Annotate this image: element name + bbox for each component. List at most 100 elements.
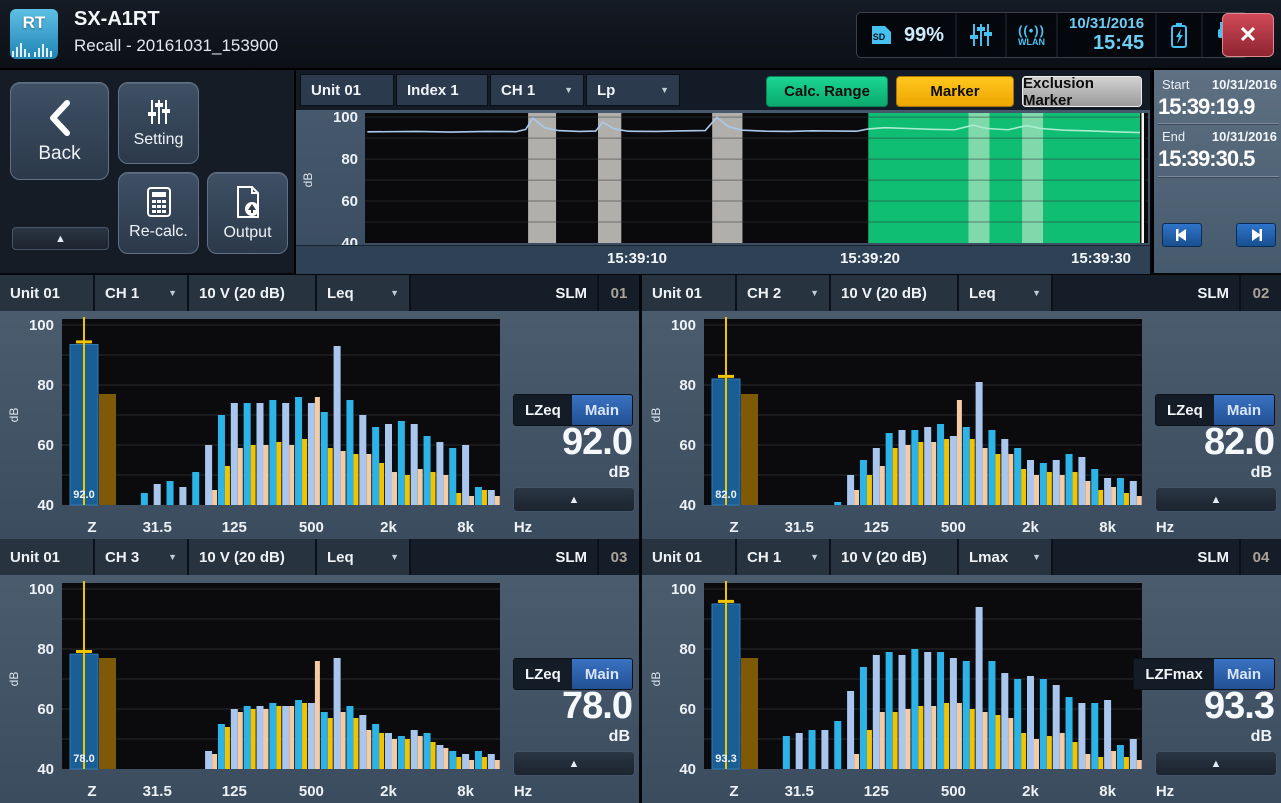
svg-text:dB: dB [7, 408, 21, 423]
svg-text:80: 80 [37, 641, 54, 658]
slm-channel-select[interactable]: CH 1▼ [95, 275, 189, 311]
function-toggle[interactable]: LZFmax [1134, 659, 1214, 689]
slm-panel-02: Unit 01 CH 2▼ 10 V (20 dB) Leq▼ SLM 02 1… [642, 275, 1281, 539]
sd-card-icon: SD [868, 23, 895, 47]
timechart-function-select[interactable]: Lp ▼ [586, 74, 680, 106]
setting-label: Setting [134, 131, 184, 149]
slm-range-cell[interactable]: 10 V (20 dB) [831, 275, 959, 311]
slm-unit-cell[interactable]: Unit 01 [642, 275, 737, 311]
setting-button[interactable]: Setting [118, 82, 199, 164]
exclusion-marker-label: Exclusion Marker [1023, 75, 1141, 109]
exclusion-marker-button[interactable]: Exclusion Marker [1022, 76, 1142, 107]
svg-text:80: 80 [679, 377, 696, 394]
slm-function-select[interactable]: Leq▼ [317, 539, 411, 575]
end-time: 15:39:30.5 [1158, 146, 1254, 172]
chevron-down-icon: ▼ [386, 288, 399, 298]
svg-text:2k: 2k [1022, 519, 1039, 536]
output-button[interactable]: Output [207, 172, 288, 254]
slm-unit-cell[interactable]: Unit 01 [0, 539, 95, 575]
back-button[interactable]: Back [10, 82, 109, 180]
svg-text:100: 100 [671, 581, 696, 598]
svg-text:40: 40 [679, 497, 696, 514]
slm-function-select[interactable]: Lmax▼ [959, 539, 1053, 575]
step-forward-button[interactable] [1236, 223, 1276, 247]
timechart-function-label: Lp [597, 82, 615, 99]
slm-tag: SLM [545, 539, 597, 575]
divider [1158, 123, 1279, 124]
panel-collapse-button[interactable]: ▲ [1155, 487, 1277, 512]
chevron-down-icon: ▼ [386, 552, 399, 562]
svg-text:SD: SD [873, 32, 886, 42]
slm-04-header: Unit 01 CH 1▼ 10 V (20 dB) Lmax▼ SLM 04 [642, 539, 1281, 575]
svg-text:100: 100 [29, 317, 54, 334]
slm-range-cell[interactable]: 10 V (20 dB) [189, 275, 317, 311]
svg-text:40: 40 [341, 235, 358, 245]
recalc-button[interactable]: Re-calc. [118, 172, 199, 254]
export-document-icon [231, 185, 265, 219]
marker-label: Marker [930, 83, 979, 100]
slm-03-header: Unit 01 CH 3▼ 10 V (20 dB) Leq▼ SLM 03 [0, 539, 639, 575]
step-backward-button[interactable] [1162, 223, 1202, 247]
slm-function-select[interactable]: Leq▼ [317, 275, 411, 311]
time-axis-tick: 15:39:20 [840, 250, 900, 267]
svg-text:80: 80 [37, 377, 54, 394]
svg-text:Hz: Hz [514, 519, 532, 536]
mixer-icon [968, 22, 994, 48]
collapse-arrow-icon: ▲ [1211, 494, 1222, 506]
level-unit: dB [609, 464, 630, 482]
svg-text:31.5: 31.5 [785, 783, 814, 800]
chevron-down-icon: ▼ [164, 552, 177, 562]
timechart-index-cell[interactable]: Index 1 [396, 74, 488, 106]
start-label: Start [1162, 77, 1189, 92]
svg-text:500: 500 [299, 519, 324, 536]
slm-unit-cell[interactable]: Unit 01 [642, 539, 737, 575]
svg-text:93.3: 93.3 [715, 753, 736, 765]
chevron-down-icon: ▼ [164, 288, 177, 298]
output-label: Output [223, 224, 271, 242]
panel-collapse-button[interactable]: ▲ [1155, 751, 1277, 776]
slm-unit-cell[interactable]: Unit 01 [0, 275, 95, 311]
slm-panel-04: Unit 01 CH 1▼ 10 V (20 dB) Lmax▼ SLM 04 … [642, 539, 1281, 803]
svg-text:2k: 2k [380, 783, 397, 800]
svg-text:40: 40 [679, 761, 696, 778]
svg-text:Z: Z [87, 783, 96, 800]
timechart-channel-select[interactable]: CH 1 ▼ [490, 74, 584, 106]
svg-text:dB: dB [649, 408, 663, 423]
close-icon: ✕ [1239, 22, 1257, 48]
sd-percent: 99% [904, 24, 944, 47]
slm-panel-01: Unit 01 CH 1▼ 10 V (20 dB) Leq▼ SLM 01 1… [0, 275, 639, 539]
svg-text:60: 60 [37, 437, 54, 454]
svg-text:8k: 8k [1099, 783, 1116, 800]
slm-channel-select[interactable]: CH 3▼ [95, 539, 189, 575]
sidebar-collapse-button[interactable]: ▲ [12, 227, 109, 250]
svg-text:500: 500 [941, 783, 966, 800]
chevron-down-icon: ▼ [806, 288, 819, 298]
svg-text:40: 40 [37, 497, 54, 514]
status-date: 10/31/2016 [1069, 16, 1144, 33]
timechart-unit-cell[interactable]: Unit 01 [300, 74, 394, 106]
level-time-chart[interactable]: 100806040dB [296, 110, 1150, 245]
mixer-status [957, 13, 1007, 57]
slm-range-cell[interactable]: 10 V (20 dB) [189, 539, 317, 575]
level-value: 93.3 [1204, 687, 1274, 725]
collapse-arrow-icon: ▲ [569, 758, 580, 770]
slm-channel-select[interactable]: CH 2▼ [737, 275, 831, 311]
slm-range-cell[interactable]: 10 V (20 dB) [831, 539, 959, 575]
panel-collapse-button[interactable]: ▲ [513, 487, 635, 512]
chevron-down-icon: ▼ [1028, 288, 1041, 298]
slm-channel-select[interactable]: CH 1▼ [737, 539, 831, 575]
svg-text:31.5: 31.5 [785, 519, 814, 536]
chevron-down-icon: ▼ [654, 85, 669, 95]
end-date: 10/31/2016 [1212, 129, 1277, 144]
slm-function-select[interactable]: Leq▼ [959, 275, 1053, 311]
app-logo-icon: RT [10, 9, 58, 59]
panel-collapse-button[interactable]: ▲ [513, 751, 635, 776]
slm-tag: SLM [1187, 275, 1239, 311]
calc-range-button[interactable]: Calc. Range [766, 76, 888, 107]
close-button[interactable]: ✕ [1222, 13, 1274, 57]
svg-text:dB: dB [649, 672, 663, 687]
title-bar: RT SX-A1RT Recall - 20161031_153900 SD 9… [0, 0, 1281, 70]
slm-panel-03: Unit 01 CH 3▼ 10 V (20 dB) Leq▼ SLM 03 1… [0, 539, 639, 803]
level-unit: dB [1251, 464, 1272, 482]
marker-button[interactable]: Marker [896, 76, 1014, 107]
